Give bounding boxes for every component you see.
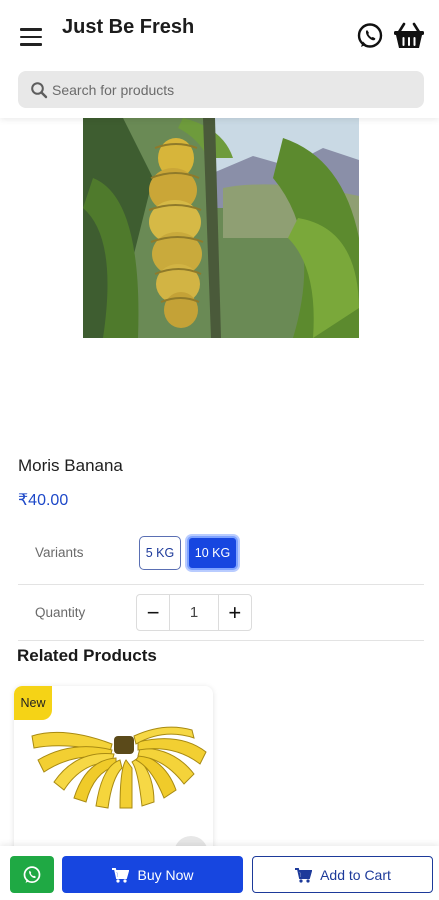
product-price: ₹40.00 — [18, 492, 69, 509]
related-product-image — [31, 726, 207, 809]
product-name: Moris Banana — [18, 456, 123, 475]
product-image — [83, 118, 359, 338]
search-bar[interactable] — [18, 71, 424, 108]
divider — [18, 584, 424, 585]
quantity-increase-button[interactable]: + — [219, 595, 251, 630]
quantity-decrease-button[interactable]: − — [137, 595, 169, 630]
search-icon — [31, 81, 48, 98]
cart-icon — [295, 867, 313, 883]
divider — [18, 640, 424, 641]
add-to-cart-button[interactable]: Add to Cart — [252, 856, 433, 893]
whatsapp-icon — [23, 865, 41, 883]
menu-icon[interactable] — [20, 28, 42, 46]
quantity-value[interactable]: 1 — [169, 595, 219, 630]
app-title: Just Be Fresh — [62, 16, 195, 38]
related-products-title: Related Products — [17, 646, 157, 665]
new-badge: New — [14, 686, 52, 720]
cart-icon — [112, 867, 130, 883]
variants-label: Variants — [35, 545, 84, 560]
related-product-card[interactable]: New — [14, 686, 213, 866]
search-input[interactable] — [52, 81, 424, 98]
basket-icon[interactable] — [392, 20, 426, 50]
whatsapp-button[interactable] — [10, 856, 54, 893]
buy-now-label: Buy Now — [137, 866, 194, 883]
whatsapp-icon[interactable] — [356, 22, 384, 50]
buy-now-button[interactable]: Buy Now — [62, 856, 243, 893]
quantity-stepper: − 1 + — [136, 594, 252, 631]
bottom-action-bar: Buy Now Add to Cart — [0, 846, 439, 900]
add-to-cart-label: Add to Cart — [320, 866, 391, 883]
variant-option-5kg[interactable]: 5 KG — [139, 536, 181, 570]
quantity-label: Quantity — [35, 605, 86, 620]
app-header: Just Be Fresh — [0, 0, 439, 118]
variant-option-10kg-selected[interactable]: 10 KG — [187, 536, 238, 570]
